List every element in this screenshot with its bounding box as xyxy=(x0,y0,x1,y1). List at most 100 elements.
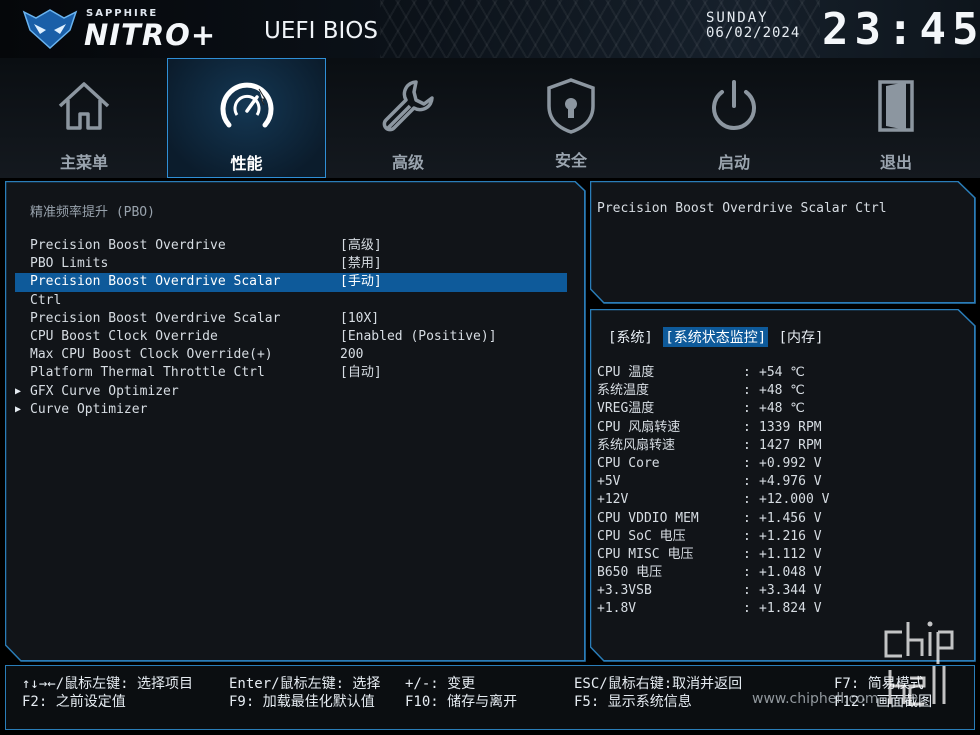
monitor-tabs: [系统] [系统状态监控] [内存] xyxy=(606,327,825,347)
hint-system-info: F5: 显示系统信息 xyxy=(574,694,692,710)
chiphell-watermark-logo xyxy=(884,621,954,706)
section-title: 精准频率提升 (PBO) xyxy=(30,205,155,220)
tab-performance[interactable]: 性能 xyxy=(167,58,326,178)
exit-door-icon xyxy=(878,80,914,132)
setting-value[interactable]: [Enabled (Positive)] xyxy=(340,328,497,346)
setting-label: Ctrl xyxy=(30,292,62,308)
watermark-url: www.chiphell.com xyxy=(752,691,879,707)
monitor-name: +3.3VSB xyxy=(597,583,652,599)
monitor-colon: : xyxy=(743,546,751,562)
monitor-list: CPU 温度: +54 ℃ 系统温度: +48 ℃ VREG温度: +48 ℃ CPU… xyxy=(597,364,957,619)
setting-label: Precision Boost Overdrive Scalar xyxy=(30,310,281,326)
monitor-row: +12V: +12.000 V xyxy=(597,491,957,509)
monitor-value: +48 ℃ xyxy=(759,401,805,417)
setting-pbo-scalar-ctrl[interactable]: Precision Boost Overdrive Scalar [手动] xyxy=(15,273,567,292)
hint-save-exit: F10: 储存与离开 xyxy=(405,694,518,710)
monitor-name: B650 电压 xyxy=(597,565,663,581)
hint-escape-back: ESC/鼠标右键:取消并返回 xyxy=(574,676,743,692)
monitor-value: +3.344 V xyxy=(759,583,822,599)
monitor-name: CPU MISC 电压 xyxy=(597,546,694,562)
monitor-value: 1427 RPM xyxy=(759,437,822,453)
tab-hardware-monitor[interactable]: [系统状态监控] xyxy=(663,327,769,347)
monitor-row: +3.3VSB: +3.344 V xyxy=(597,582,957,600)
monitor-row: VREG温度: +48 ℃ xyxy=(597,400,957,418)
submenu-curve-optimizer[interactable]: ▶ Curve Optimizer xyxy=(15,401,567,419)
setting-max-cpu-boost-clock[interactable]: Max CPU Boost Clock Override(+) 200 xyxy=(15,346,567,364)
monitor-name: CPU SoC 电压 xyxy=(597,528,686,544)
monitor-colon: : xyxy=(743,383,751,399)
monitor-value: +12.000 V xyxy=(759,492,830,508)
setting-value[interactable]: [手动] xyxy=(340,273,382,291)
speedometer-icon xyxy=(220,82,273,128)
monitor-value: +1.216 V xyxy=(759,528,822,544)
monitor-colon: : xyxy=(743,401,751,417)
monitor-name: 系统温度 xyxy=(597,383,650,399)
monitor-colon: : xyxy=(743,455,751,471)
setting-label: PBO Limits xyxy=(30,256,109,272)
monitor-value: +1.048 V xyxy=(759,565,822,581)
setting-platform-thermal-throttle[interactable]: Platform Thermal Throttle Ctrl [自动] xyxy=(15,364,567,382)
setting-value[interactable]: [自动] xyxy=(340,364,382,382)
monitor-colon: : xyxy=(743,492,751,508)
settings-list: Precision Boost Overdrive [高级] PBO Limit… xyxy=(15,237,567,419)
day-of-week: SUNDAY xyxy=(706,10,769,26)
monitor-colon: : xyxy=(743,419,751,435)
tab-label: 启动 xyxy=(717,153,750,172)
monitor-row: CPU 风扇转速:1339 RPM xyxy=(597,419,957,437)
monitor-value: +1.112 V xyxy=(759,546,822,562)
monitor-colon: : xyxy=(743,365,751,380)
monitor-value: +48 ℃ xyxy=(759,383,805,399)
wrench-icon xyxy=(382,80,434,132)
monitor-value: +4.976 V xyxy=(759,474,822,490)
hint-previous-values: F2: 之前设定值 xyxy=(22,694,126,710)
bios-title: UEFI BIOS xyxy=(264,18,378,44)
monitor-colon: : xyxy=(743,528,751,544)
tab-memory[interactable]: [内存] xyxy=(777,327,826,347)
tab-label: 主菜单 xyxy=(59,153,108,172)
monitor-name: +5V xyxy=(597,474,621,490)
tab-advanced[interactable]: 高级 xyxy=(328,58,488,178)
tab-security[interactable]: 安全 xyxy=(491,58,651,178)
hint-select-item: ↑↓→←/鼠标左键: 选择项目 xyxy=(22,676,194,692)
tab-exit[interactable]: 退出 xyxy=(816,58,976,178)
submenu-gfx-curve-optimizer[interactable]: ▶ GFX Curve Optimizer xyxy=(15,383,567,401)
monitor-name: CPU VDDIO MEM xyxy=(597,510,699,526)
monitor-row: +5V: +4.976 V xyxy=(597,473,957,491)
monitor-name: CPU 温度 xyxy=(597,365,655,380)
setting-value[interactable]: [禁用] xyxy=(340,255,382,273)
sapphire-logo-icon xyxy=(22,9,78,50)
monitor-value: +54 ℃ xyxy=(759,365,805,380)
monitor-colon: : xyxy=(743,510,751,526)
setting-value[interactable]: [高级] xyxy=(340,237,382,255)
brand-logo-text: NITRO+ xyxy=(84,18,217,52)
monitor-row: 系统温度: +48 ℃ xyxy=(597,382,957,400)
tab-boot[interactable]: 启动 xyxy=(654,58,814,178)
monitor-value: +0.992 V xyxy=(759,455,822,471)
tab-label: 退出 xyxy=(879,153,912,172)
tab-main-menu[interactable]: 主菜单 xyxy=(4,58,164,178)
monitor-row: CPU SoC 电压: +1.216 V xyxy=(597,528,957,546)
monitor-name: +12V xyxy=(597,492,629,508)
setting-label: Curve Optimizer xyxy=(30,401,148,417)
setting-pbo-limits[interactable]: PBO Limits [禁用] xyxy=(15,255,567,273)
monitor-row: CPU VDDIO MEM: +1.456 V xyxy=(597,510,957,528)
monitor-row: +1.8V: +1.824 V xyxy=(597,600,957,618)
setting-value[interactable]: 200 xyxy=(340,346,363,364)
setting-pbo[interactable]: Precision Boost Overdrive [高级] xyxy=(15,237,567,255)
monitor-row: B650 电压: +1.048 V xyxy=(597,564,957,582)
clock-display: 23:45 xyxy=(822,4,980,55)
hint-load-defaults: F9: 加载最佳化默认值 xyxy=(229,694,375,710)
submenu-arrow-icon: ▶ xyxy=(15,403,22,415)
setting-cpu-boost-clock-override[interactable]: CPU Boost Clock Override [Enabled (Posit… xyxy=(15,328,567,346)
monitor-row: 系统风扇转速:1427 RPM xyxy=(597,437,957,455)
monitor-colon: : xyxy=(743,583,751,599)
header-bar: SAPPHIRE NITRO+ UEFI BIOS SUNDAY 06/02/2… xyxy=(0,0,980,58)
monitor-name: +1.8V xyxy=(597,601,637,617)
setting-pbo-scalar[interactable]: Precision Boost Overdrive Scalar [10X] xyxy=(15,310,567,328)
date-display: 06/02/2024 xyxy=(706,25,801,41)
tab-label: 安全 xyxy=(554,151,587,170)
monitor-colon: : xyxy=(743,601,751,617)
setting-value[interactable]: [10X] xyxy=(340,310,379,328)
tab-system[interactable]: [系统] xyxy=(606,327,655,347)
monitor-row: CPU MISC 电压: +1.112 V xyxy=(597,546,957,564)
